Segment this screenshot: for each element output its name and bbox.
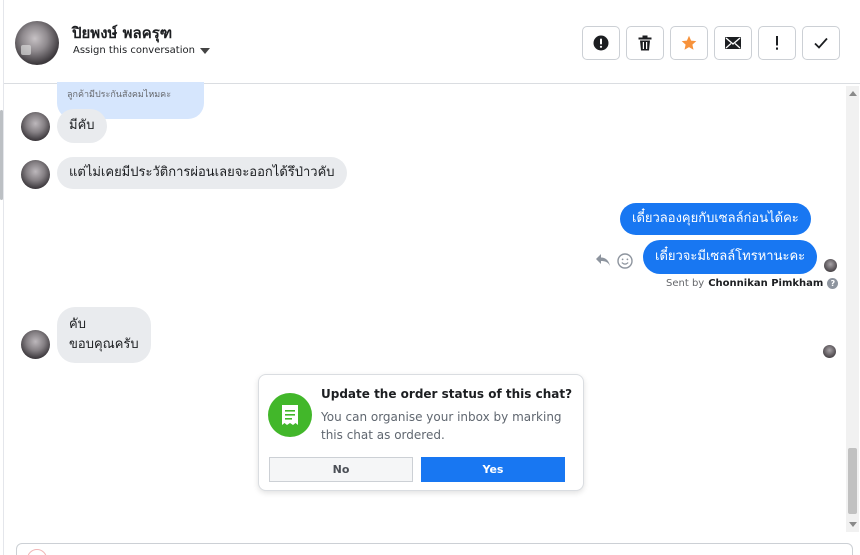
prompt-description: You can organise your inbox by marking t… xyxy=(321,410,562,442)
incoming-message[interactable]: มีคับ xyxy=(57,109,107,143)
smiley-reaction-icon[interactable] xyxy=(617,253,633,269)
outgoing-message[interactable]: เดี๋ยวจะมีเซลล์โทรหานะคะ xyxy=(643,240,818,274)
contact-name[interactable]: ปิยพงษ์ พลครุฑ xyxy=(72,21,172,45)
message-line: ขอบคุณครับ xyxy=(69,337,139,352)
scroll-up-arrow-icon[interactable] xyxy=(849,91,857,96)
exclamation-icon xyxy=(776,36,778,50)
follow-up-button[interactable] xyxy=(758,26,796,60)
delete-button[interactable] xyxy=(626,26,664,60)
star-button[interactable] xyxy=(670,26,708,60)
message-composer[interactable] xyxy=(16,543,853,555)
order-status-prompt: Update the order status of this chat? Yo… xyxy=(258,374,584,491)
conversation-scrollbar[interactable] xyxy=(846,86,859,532)
assign-label: Assign this conversation xyxy=(73,45,195,56)
messenger-inbox: ปิยพงษ์ พลครุฑ Assign this conversation xyxy=(0,0,860,555)
exclamation-circle-icon xyxy=(593,35,609,51)
left-scrollbar-thumb[interactable] xyxy=(0,110,3,200)
conversation-header: ปิยพงษ์ พลครุฑ Assign this conversation xyxy=(4,4,860,84)
prompt-title: Update the order status of this chat? xyxy=(321,387,573,401)
conversation-actions xyxy=(582,26,840,60)
mark-done-button[interactable] xyxy=(802,26,840,60)
question-icon[interactable]: ? xyxy=(827,278,839,289)
outgoing-message[interactable]: เดี๋ยวลองคุยกับเซลล์ก่อนได้คะ xyxy=(620,203,811,235)
mark-spam-button[interactable] xyxy=(582,26,620,60)
receipt-icon xyxy=(268,393,312,437)
mark-unread-button[interactable] xyxy=(714,26,752,60)
sent-by-name[interactable]: Chonnikan Pimkham xyxy=(708,278,823,289)
incoming-message[interactable]: แต่ไม่เคยมีประวัติการผ่อนเลยจะออกได้รึป่… xyxy=(57,157,347,189)
sent-by-prefix: Sent by xyxy=(666,278,705,289)
yes-button[interactable]: Yes xyxy=(421,457,565,482)
assign-conversation-dropdown[interactable]: Assign this conversation xyxy=(73,45,210,56)
message-line: คับ xyxy=(69,317,86,332)
reply-icon[interactable] xyxy=(595,253,611,267)
caret-down-icon xyxy=(199,47,210,54)
star-icon xyxy=(681,35,697,50)
trash-icon xyxy=(638,35,652,51)
contact-avatar[interactable] xyxy=(15,21,59,65)
contact-avatar-small xyxy=(21,330,50,359)
seen-indicator-avatar xyxy=(823,345,836,358)
envelope-icon xyxy=(725,37,741,49)
scroll-down-arrow-icon[interactable] xyxy=(849,522,857,527)
no-button[interactable]: No xyxy=(269,457,413,482)
incoming-message[interactable]: คับ ขอบคุณครับ xyxy=(57,307,151,363)
scrollbar-thumb[interactable] xyxy=(848,448,857,514)
contact-avatar-small xyxy=(21,160,50,189)
check-icon xyxy=(814,37,828,49)
seen-indicator-avatar xyxy=(824,259,837,272)
composer-avatar xyxy=(27,549,47,555)
sent-by-label: Sent by Chonnikan Pimkham ? xyxy=(666,278,839,289)
contact-avatar-small xyxy=(21,112,50,141)
